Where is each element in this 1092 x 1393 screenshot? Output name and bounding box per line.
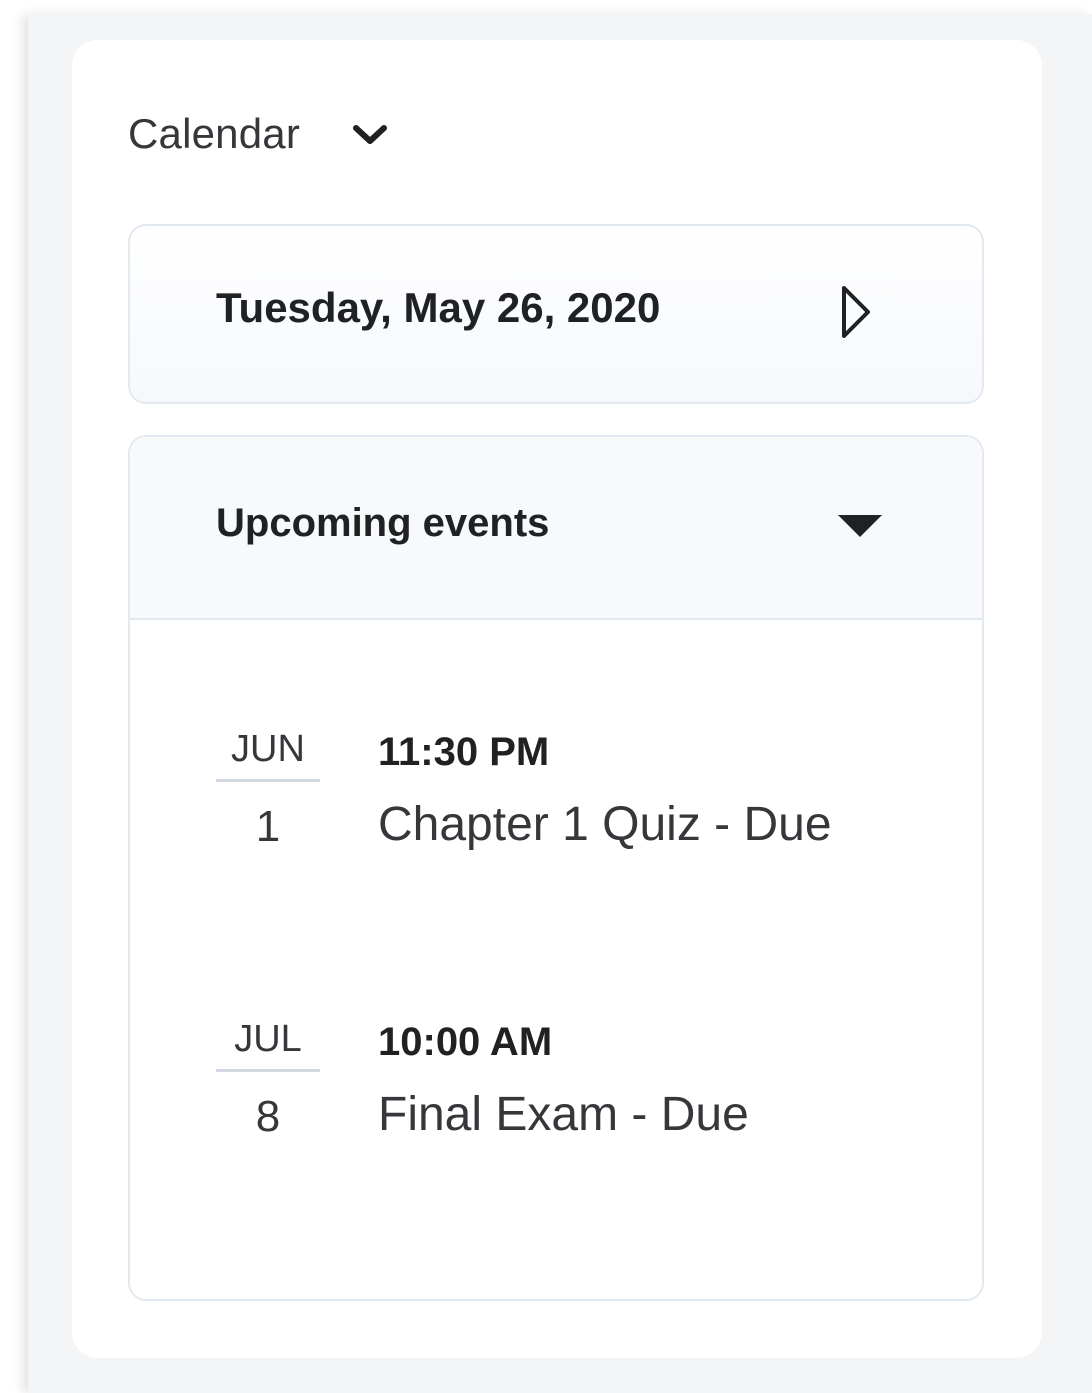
date-navigator: Tuesday, May 26, 2020 <box>128 224 984 404</box>
event-name-link[interactable]: Final Exam - Due <box>378 1087 749 1143</box>
event-time: 10:00 AM <box>378 1020 553 1064</box>
event-date-badge: JUN 1 <box>216 727 320 852</box>
event-item[interactable]: JUL 8 10:00 AM Final Exam - Due <box>216 1017 936 1167</box>
event-item[interactable]: JUN 1 11:30 PM Chapter 1 Quiz - Due <box>216 727 936 877</box>
upcoming-events-panel: Upcoming events JUN 1 11:30 PM Chapter 1… <box>128 435 984 1301</box>
calendar-widget: Calendar Tuesday, May 26, 2020 Upcoming … <box>72 40 1042 1358</box>
calendar-widget-title: Calendar <box>128 110 301 157</box>
event-month: JUL <box>216 1017 320 1072</box>
current-date: Tuesday, May 26, 2020 <box>216 284 661 331</box>
event-name-link[interactable]: Chapter 1 Quiz - Due <box>378 797 832 853</box>
upcoming-events-title: Upcoming events <box>216 501 550 545</box>
chevron-down-icon[interactable] <box>350 114 390 154</box>
event-day: 8 <box>255 1092 281 1141</box>
upcoming-events-header[interactable]: Upcoming events <box>130 437 982 620</box>
caret-down-icon[interactable] <box>836 513 884 539</box>
event-day: 1 <box>255 802 281 851</box>
event-date-badge: JUL 8 <box>216 1017 320 1142</box>
event-time: 11:30 PM <box>378 730 550 774</box>
triangle-right-outline-icon[interactable] <box>838 282 874 342</box>
calendar-widget-header[interactable]: Calendar <box>128 110 390 158</box>
event-month: JUN <box>216 727 320 782</box>
